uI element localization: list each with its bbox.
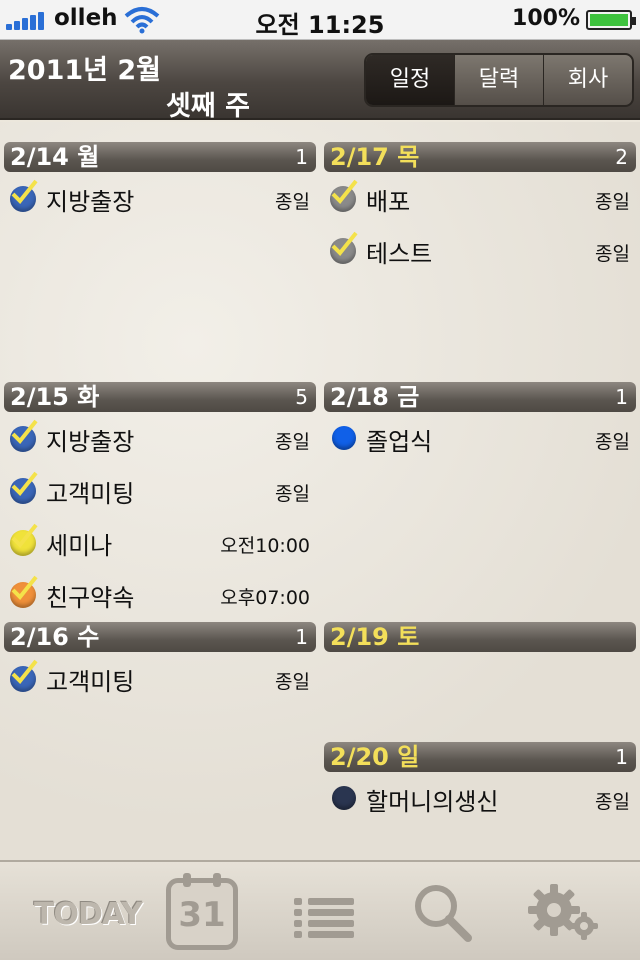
day-label: 2/14 월 xyxy=(10,143,100,171)
day-header[interactable]: 2/16 수 1 xyxy=(4,622,316,652)
event-item[interactable]: 배포 종일 xyxy=(324,172,636,224)
event-item[interactable]: 테스트 종일 xyxy=(324,224,636,276)
event-dot-icon xyxy=(332,426,356,450)
day-header[interactable]: 2/20 일 1 xyxy=(324,742,636,772)
check-icon xyxy=(330,231,358,264)
day-header[interactable]: 2/18 금 1 xyxy=(324,382,636,412)
event-title: 지방출장 xyxy=(46,188,135,216)
list-icon xyxy=(294,898,354,938)
check-icon xyxy=(10,659,38,692)
check-icon xyxy=(10,575,38,608)
check-icon xyxy=(10,179,38,212)
app-header: 2011년 2월 셋째 주 일정 달력 회사 xyxy=(0,40,640,122)
tab-schedule[interactable]: 일정 xyxy=(366,55,454,105)
settings-button[interactable] xyxy=(512,862,622,960)
event-title: 고객미팅 xyxy=(46,668,135,696)
event-count: 2 xyxy=(615,145,628,169)
event-time: 종일 xyxy=(275,431,310,453)
search-button[interactable] xyxy=(392,862,502,960)
event-item[interactable]: 졸업식 종일 xyxy=(324,412,636,464)
event-title: 고객미팅 xyxy=(46,480,135,508)
event-title: 졸업식 xyxy=(366,428,433,456)
day-section-tue: 2/15 화 5 지방출장 종일 고객미팅 종일 세미나 오전10:00 친구약… xyxy=(4,382,316,620)
day-label: 2/16 수 xyxy=(10,623,100,651)
event-item[interactable]: 지방출장 종일 xyxy=(4,172,316,224)
event-item[interactable]: 세미나 오전10:00 xyxy=(4,516,316,568)
check-icon xyxy=(10,419,38,452)
event-dot-icon xyxy=(332,786,356,810)
event-title: 배포 xyxy=(366,188,411,216)
event-count: 1 xyxy=(615,745,628,769)
check-icon xyxy=(10,523,38,556)
event-time: 종일 xyxy=(595,191,630,213)
today-icon: TODAY xyxy=(34,897,143,932)
battery-percent: 100% xyxy=(512,6,580,31)
settings-icon xyxy=(528,884,598,940)
check-icon xyxy=(330,179,358,212)
search-icon xyxy=(415,885,472,942)
week-title: 셋째 주 xyxy=(166,91,250,122)
day-label: 2/19 토 xyxy=(330,623,420,651)
battery-icon xyxy=(586,10,636,30)
event-time: 종일 xyxy=(595,791,630,813)
event-time: 종일 xyxy=(595,431,630,453)
event-title: 세미나 xyxy=(46,532,113,560)
calendar-date: 31 xyxy=(178,895,226,935)
event-title: 친구약속 xyxy=(46,584,135,612)
day-header[interactable]: 2/14 월 1 xyxy=(4,142,316,172)
view-segmented-control: 일정 달력 회사 xyxy=(364,53,634,107)
event-title: 테스트 xyxy=(366,240,433,268)
day-header[interactable]: 2/17 목 2 xyxy=(324,142,636,172)
day-label: 2/17 목 xyxy=(330,143,420,171)
event-item[interactable]: 고객미팅 종일 xyxy=(4,652,316,704)
event-count: 1 xyxy=(295,625,308,649)
day-label: 2/18 금 xyxy=(330,383,420,411)
day-section-sat: 2/19 토 xyxy=(324,622,636,652)
today-button[interactable]: TODAY xyxy=(0,862,143,960)
tab-bar: TODAY 31 xyxy=(0,860,640,960)
week-view: 2/14 월 1 지방출장 종일 2/15 화 5 지방출장 종일 고객미팅 종… xyxy=(0,122,640,860)
day-label: 2/20 일 xyxy=(330,743,420,771)
event-time: 오전10:00 xyxy=(220,535,310,557)
event-time: 종일 xyxy=(275,483,310,505)
check-icon xyxy=(10,471,38,504)
day-section-fri: 2/18 금 1 졸업식 종일 xyxy=(324,382,636,464)
month-title: 2011년 2월 xyxy=(8,55,162,86)
day-section-sun: 2/20 일 1 할머니의생신 종일 xyxy=(324,742,636,824)
day-section-wed: 2/16 수 1 고객미팅 종일 xyxy=(4,622,316,704)
event-title: 할머니의생신 xyxy=(366,788,499,816)
tab-company[interactable]: 회사 xyxy=(543,55,632,105)
event-count: 1 xyxy=(295,145,308,169)
event-time: 오후07:00 xyxy=(220,587,310,609)
day-header[interactable]: 2/19 토 xyxy=(324,622,636,652)
event-title: 지방출장 xyxy=(46,428,135,456)
day-header[interactable]: 2/15 화 5 xyxy=(4,382,316,412)
tab-calendar[interactable]: 달력 xyxy=(454,55,543,105)
calendar-button[interactable]: 31 xyxy=(140,862,270,960)
event-item[interactable]: 친구약속 오후07:00 xyxy=(4,568,316,620)
day-section-thu: 2/17 목 2 배포 종일 테스트 종일 xyxy=(324,142,636,276)
event-count: 5 xyxy=(295,385,308,409)
event-time: 종일 xyxy=(595,243,630,265)
event-item[interactable]: 지방출장 종일 xyxy=(4,412,316,464)
event-time: 종일 xyxy=(275,191,310,213)
day-section-mon: 2/14 월 1 지방출장 종일 xyxy=(4,142,316,224)
event-count: 1 xyxy=(615,385,628,409)
status-bar: olleh 오전 11:25 100% xyxy=(0,0,640,40)
event-item[interactable]: 할머니의생신 종일 xyxy=(324,772,636,824)
event-time: 종일 xyxy=(275,671,310,693)
event-item[interactable]: 고객미팅 종일 xyxy=(4,464,316,516)
day-label: 2/15 화 xyxy=(10,383,100,411)
calendar-icon: 31 xyxy=(166,873,238,950)
list-button[interactable] xyxy=(268,862,378,960)
